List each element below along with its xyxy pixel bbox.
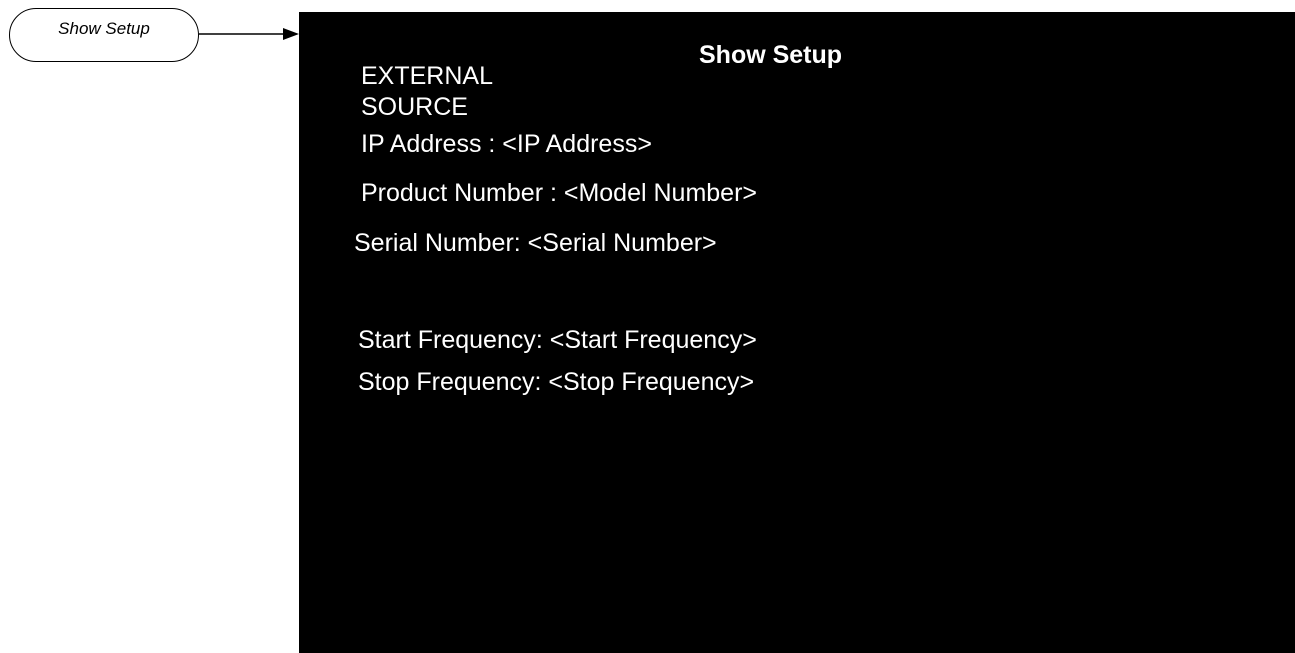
source-label: EXTERNAL SOURCE <box>361 62 493 121</box>
stop-frequency-line: Stop Frequency: <Stop Frequency> <box>358 368 755 396</box>
start-frequency-line: Start Frequency: <Start Frequency> <box>358 326 757 354</box>
serial-number-line: Serial Number: <Serial Number> <box>354 229 717 257</box>
ip-address-line: IP Address : <IP Address> <box>361 130 652 158</box>
screen-title: Show Setup <box>699 41 843 69</box>
show-setup-softkey[interactable]: Show Setup <box>9 8 199 62</box>
softkey-label: Show Setup <box>58 19 150 38</box>
product-number-line: Product Number : <Model Number> <box>361 179 758 207</box>
instrument-display: Show Setup EXTERNAL SOURCE IP Address : … <box>299 12 1295 653</box>
arrow-right-icon <box>199 28 299 40</box>
